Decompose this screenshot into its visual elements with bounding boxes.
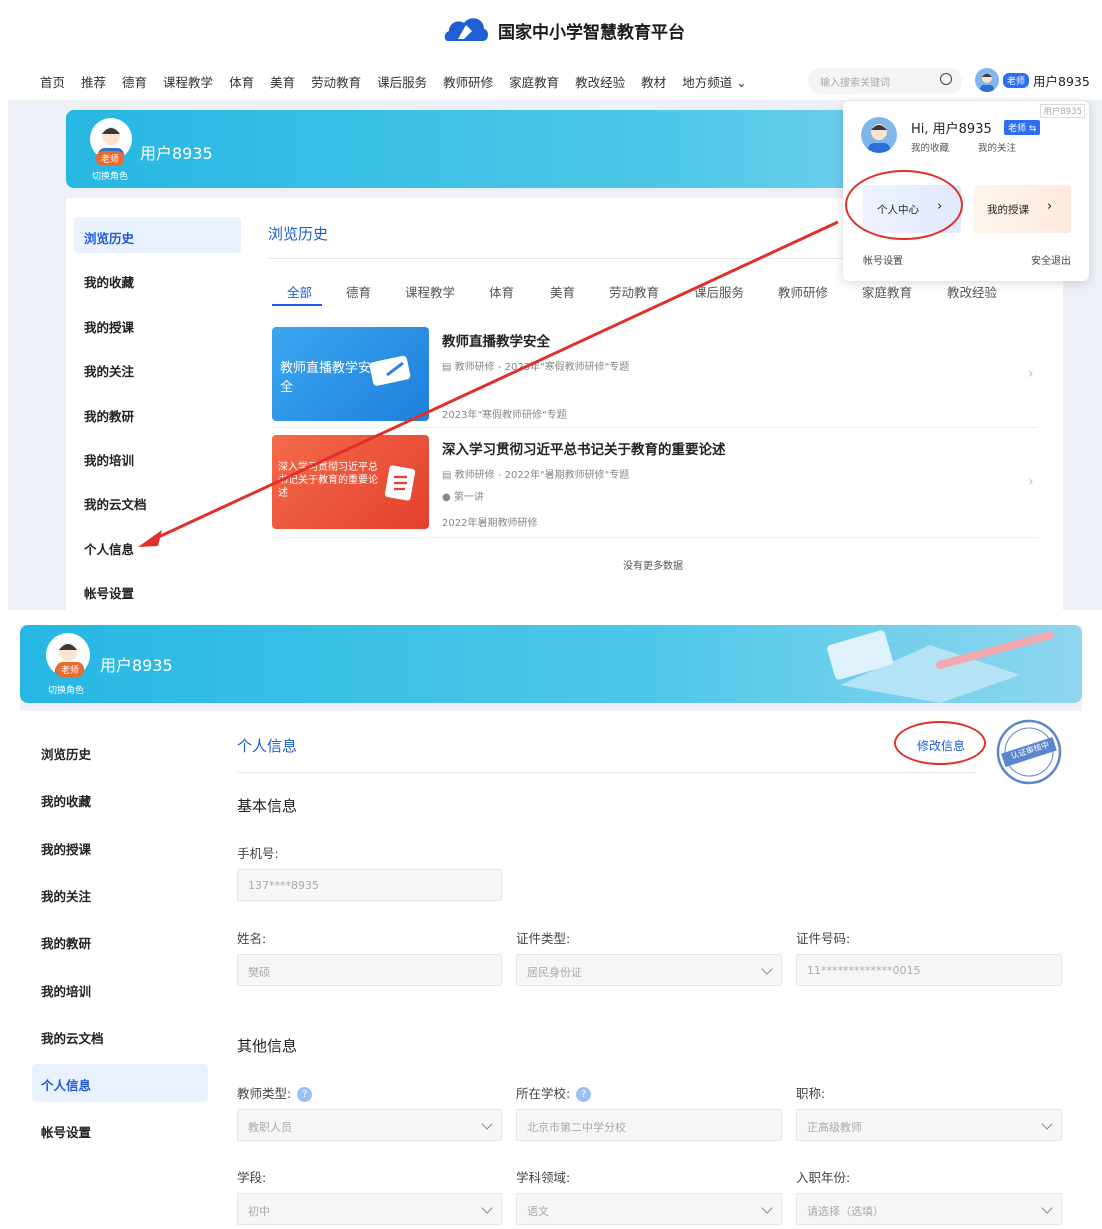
id-type-label: 证件类型: [516,931,571,946]
subject-select[interactable]: 语文 [516,1193,782,1225]
school-label: 所在学校:? [516,1083,592,1102]
stage-select[interactable]: 初中 [237,1193,502,1225]
school-label-text: 所在学校: [516,1086,571,1101]
help-icon[interactable]: ? [576,1087,592,1102]
divider [237,772,977,773]
name-label: 姓名: [237,931,267,946]
year-label: 入职年份: [796,1170,851,1185]
stage-label: 学段: [237,1170,267,1185]
chevron-down-icon [481,1118,493,1130]
profile-banner: 老师 用户8935 切换角色 [20,625,1082,703]
teacher-type-value: 教职人员 [248,1121,292,1134]
switch-role-link[interactable]: 切换角色 [48,683,84,696]
sidebar-item[interactable]: 我的关注 [41,886,91,905]
year-value: 请选择（选填） [807,1205,884,1218]
personal-info-screenshot: 老师 用户8935 切换角色 浏览历史我的收藏我的授课我的关注我的教研我的培训我… [20,625,1082,1229]
sidebar-item[interactable]: 浏览历史 [41,744,91,763]
book-pen-illustration [827,630,1054,703]
sidebar-item[interactable]: 个人信息 [41,1075,91,1094]
title-value: 正高级教师 [807,1121,862,1134]
annotation-circle [894,721,986,765]
teacher-badge: 老师 [56,662,85,677]
chevron-down-icon [1041,1118,1053,1130]
sidebar-item[interactable]: 我的教研 [41,933,91,952]
chevron-down-icon [761,1202,773,1214]
phone-field[interactable]: 137****8935 [237,869,502,901]
sidebar-item[interactable]: 帐号设置 [41,1122,91,1141]
chevron-down-icon [481,1202,493,1214]
personal-info-main: 个人信息 修改信息 认证审核中 基本信息 手机号: 137****8935 姓名… [216,711,1082,1229]
subject-label: 学科领域: [516,1170,571,1185]
subject-value: 语文 [527,1205,549,1218]
year-select[interactable]: 请选择（选填） [796,1193,1062,1225]
sidebar-item[interactable]: 我的云文档 [41,1028,104,1047]
chevron-down-icon [761,963,773,975]
id-number-label: 证件号码: [796,931,851,946]
sidebar: 浏览历史我的收藏我的授课我的关注我的教研我的培训我的云文档个人信息帐号设置 [20,711,216,1229]
title-select[interactable]: 正高级教师 [796,1109,1062,1141]
id-type-select[interactable]: 居民身份证 [516,954,782,986]
chevron-down-icon [1041,1202,1053,1214]
title-label: 职称: [796,1086,826,1101]
name-field[interactable]: 樊硕 [237,954,502,986]
teacher-type-label-text: 教师类型: [237,1086,292,1101]
id-type-value: 居民身份证 [527,966,582,979]
profile-name: 用户8935 [100,656,173,675]
teacher-type-select[interactable]: 教职人员 [237,1109,502,1141]
sidebar-item[interactable]: 我的培训 [41,981,91,1000]
phone-label: 手机号: [237,846,279,861]
id-number-field[interactable]: 11*************0015 [796,954,1062,986]
other-info-heading: 其他信息 [237,1037,298,1055]
page-title: 个人信息 [237,737,298,755]
sidebar-item[interactable]: 我的收藏 [41,791,91,810]
teacher-type-label: 教师类型:? [237,1083,313,1102]
basic-info-heading: 基本信息 [237,797,298,815]
help-icon[interactable]: ? [297,1087,313,1102]
sidebar-item[interactable]: 我的授课 [41,839,91,858]
stage-value: 初中 [248,1205,270,1218]
school-field[interactable]: 北京市第二中学分校 [516,1109,782,1141]
